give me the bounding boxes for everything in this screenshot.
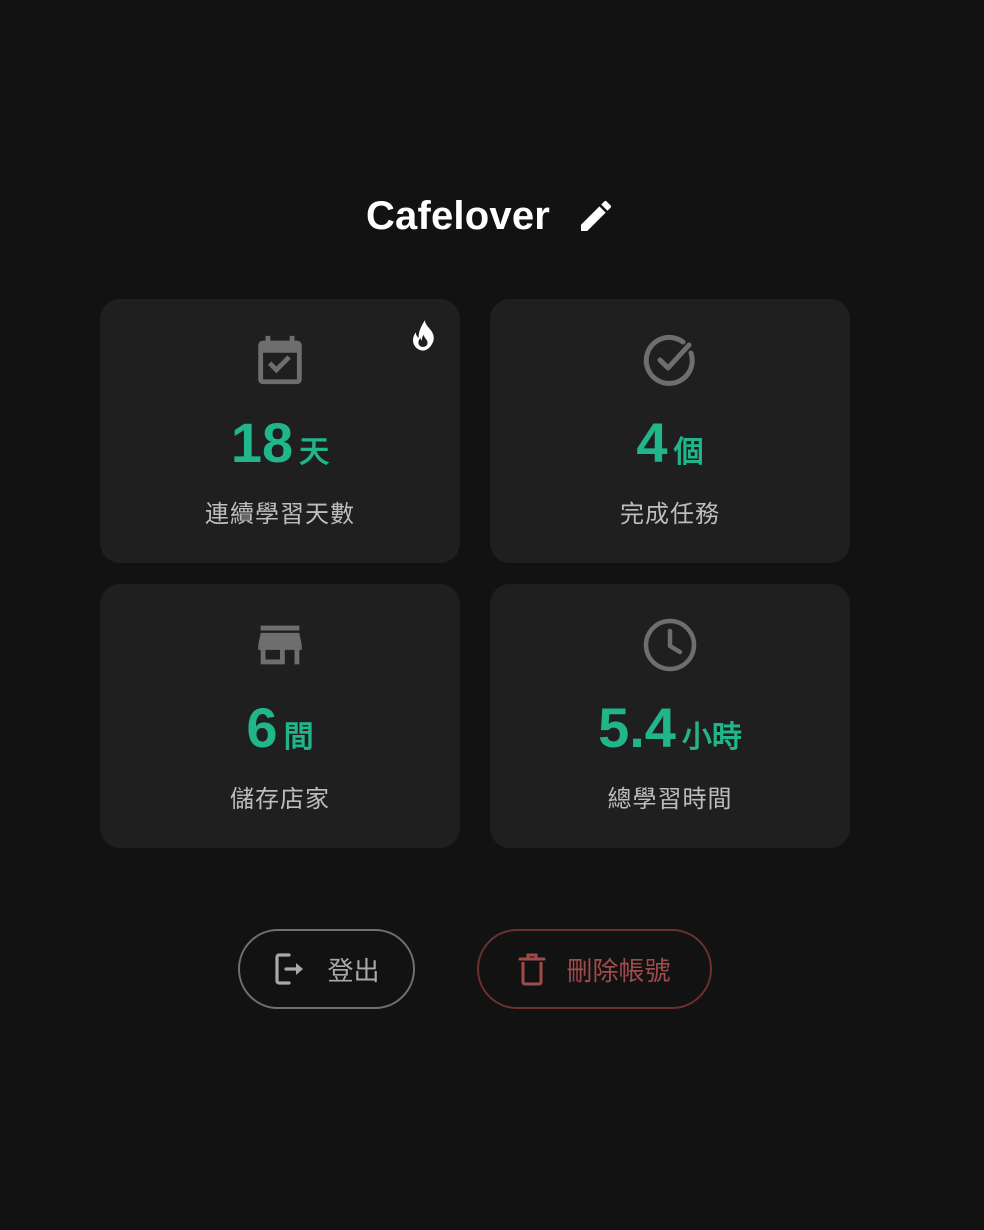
logout-icon	[275, 953, 304, 985]
check-circle-icon	[643, 334, 695, 386]
stat-label: 連續學習天數	[205, 500, 355, 528]
stat-value: 4	[636, 411, 668, 474]
stat-unit: 個	[673, 435, 704, 470]
stat-value: 18	[230, 411, 294, 474]
stat-card-study-time: 5.4 小時 總學習時間	[490, 584, 850, 848]
stat-unit: 間	[283, 720, 314, 755]
username: Cafelover	[365, 193, 551, 238]
stat-label: 總學習時間	[607, 785, 733, 813]
clock-icon	[643, 618, 697, 672]
logout-label: 登出	[327, 956, 380, 987]
stat-value: 5.4	[598, 696, 676, 759]
calendar-check-icon	[258, 335, 302, 385]
delete-account-button[interactable]: 刪除帳號	[477, 929, 712, 1009]
stat-unit: 小時	[681, 720, 742, 755]
stat-card-saved-stores: 6 間 儲存店家	[100, 584, 460, 848]
stat-label: 完成任務	[620, 500, 720, 528]
stat-card-tasks: 4 個 完成任務	[490, 299, 850, 563]
stat-card-streak: 18 天 連續學習天數	[100, 299, 460, 563]
profile-page: Cafelover 18 天 連續學習天數 4 個 完成任務 6 間 儲存店家 …	[0, 0, 984, 1230]
profile-header: Cafelover	[0, 188, 984, 244]
stat-unit: 天	[299, 435, 330, 470]
edit-username-button[interactable]	[574, 194, 618, 238]
stat-label: 儲存店家	[230, 785, 330, 813]
stat-value: 6	[246, 696, 278, 759]
flame-icon	[413, 320, 434, 351]
trash-icon	[518, 953, 546, 986]
logout-button[interactable]: 登出	[238, 929, 415, 1009]
pencil-icon	[581, 200, 612, 231]
store-icon	[258, 625, 302, 665]
delete-account-label: 刪除帳號	[566, 956, 671, 987]
